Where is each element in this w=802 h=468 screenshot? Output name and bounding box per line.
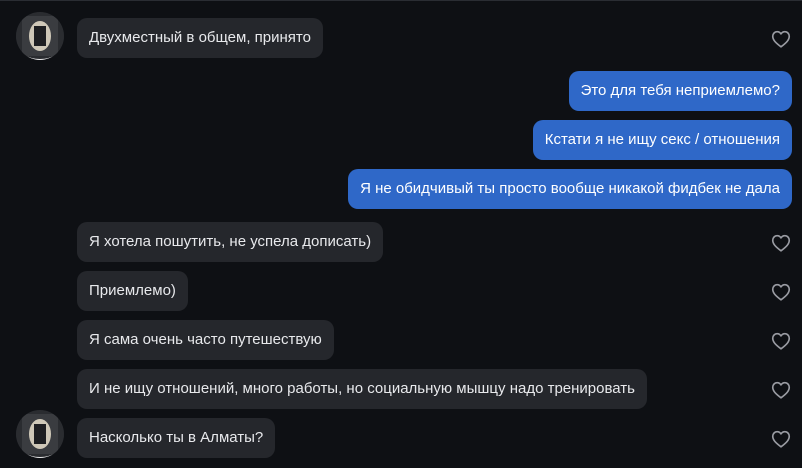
contact-avatar[interactable] <box>16 12 64 60</box>
message-bubble-outgoing[interactable]: Это для тебя неприемлемо? <box>568 71 792 111</box>
message-bubble-incoming[interactable]: Я сама очень часто путешествую <box>77 320 334 360</box>
message-bubble-incoming[interactable]: Двухместный в общем, принято <box>77 18 323 58</box>
heart-outline-icon[interactable] <box>770 428 792 450</box>
heart-outline-icon[interactable] <box>770 232 792 254</box>
heart-outline-icon[interactable] <box>770 379 792 401</box>
message-bubble-incoming[interactable]: И не ищу отношений, много работы, но соц… <box>77 369 647 409</box>
contact-avatar[interactable] <box>16 410 64 458</box>
message-bubble-outgoing[interactable]: Кстати я не ищу секс / отношения <box>532 120 792 160</box>
message-bubble-outgoing[interactable]: Я не обидчивый ты просто вообще никакой … <box>348 169 792 209</box>
message-bubble-incoming[interactable]: Насколько ты в Алматы? <box>77 418 276 458</box>
message-bubble-incoming[interactable]: Приемлемо) <box>77 271 188 311</box>
avatar-image <box>16 12 64 60</box>
heart-outline-icon[interactable] <box>770 281 792 303</box>
avatar-image <box>16 410 64 458</box>
top-divider <box>0 0 802 1</box>
heart-outline-icon[interactable] <box>770 28 792 50</box>
message-bubble-incoming[interactable]: Я хотела пошутить, не успела дописать) <box>77 222 384 262</box>
heart-outline-icon[interactable] <box>770 330 792 352</box>
